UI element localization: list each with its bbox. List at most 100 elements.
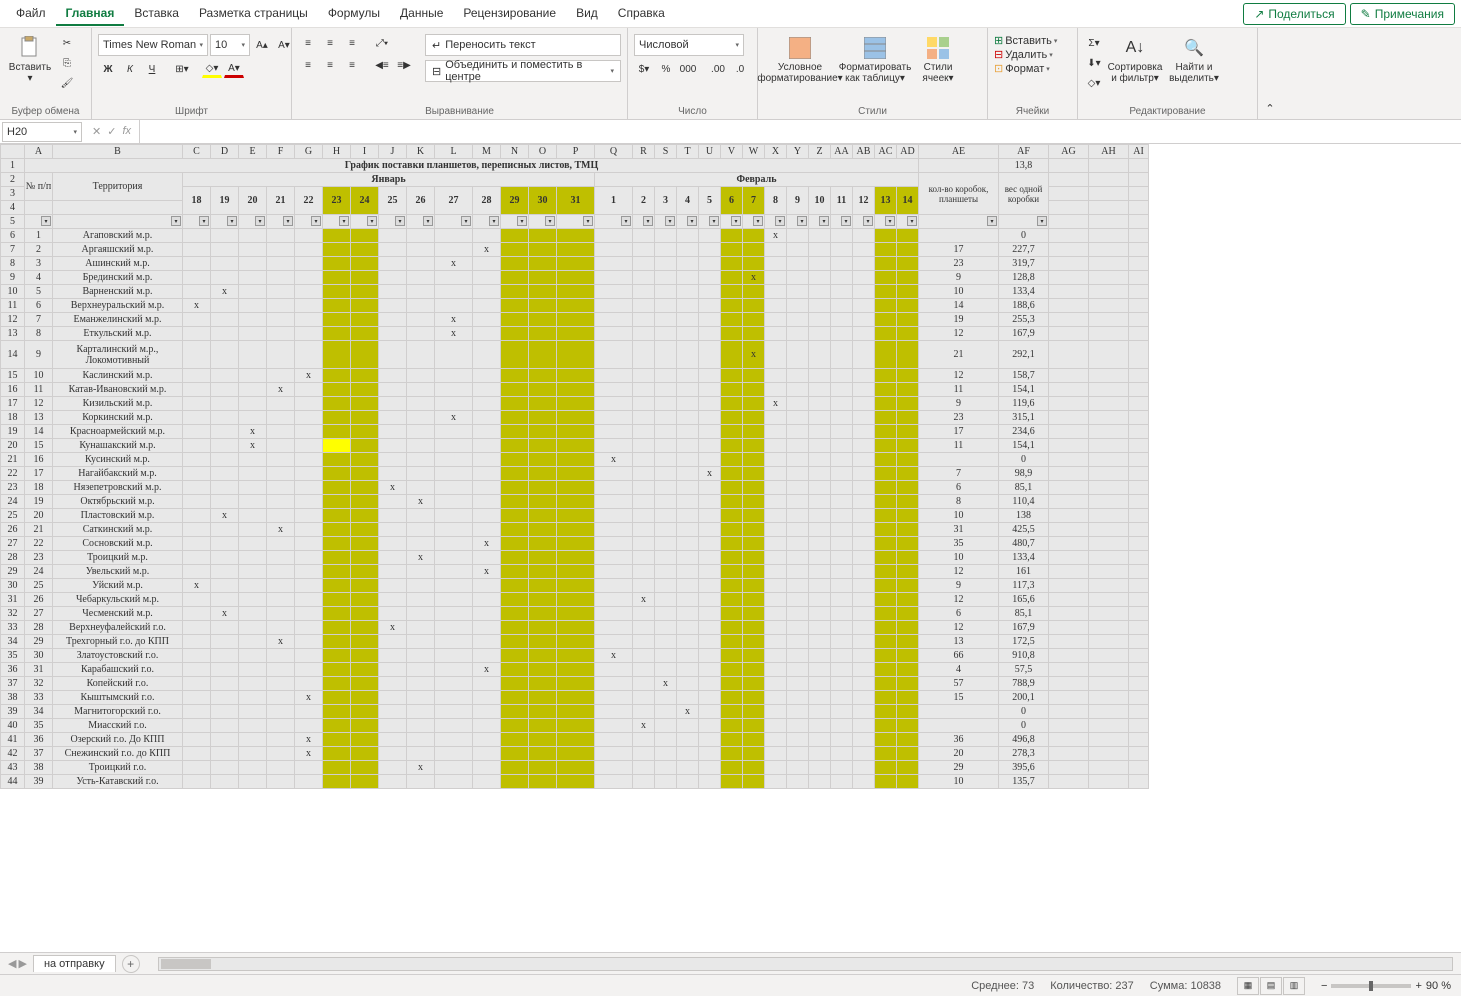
cell[interactable]	[595, 691, 633, 705]
cell[interactable]	[595, 635, 633, 649]
row-header[interactable]: 38	[1, 691, 25, 705]
cell[interactable]	[1089, 551, 1129, 565]
cell[interactable]	[501, 327, 529, 341]
cell[interactable]	[407, 383, 435, 397]
cell[interactable]: 172,5	[999, 635, 1049, 649]
cell[interactable]	[351, 551, 379, 565]
cell[interactable]	[677, 257, 699, 271]
cell[interactable]	[765, 411, 787, 425]
cell[interactable]: Еткульский м.р.	[53, 327, 183, 341]
cell[interactable]	[787, 579, 809, 593]
cell[interactable]: 36	[919, 733, 999, 747]
cell[interactable]	[853, 495, 875, 509]
cell[interactable]	[323, 495, 351, 509]
cell[interactable]	[721, 705, 743, 719]
cell[interactable]	[633, 341, 655, 369]
cell[interactable]: ▾	[809, 215, 831, 229]
wrap-text-button[interactable]: ↵Переносить текст	[425, 34, 621, 56]
cell[interactable]: 12	[919, 593, 999, 607]
cell[interactable]	[435, 691, 473, 705]
cell[interactable]	[239, 607, 267, 621]
number-format-select[interactable]: Числовой▾	[634, 34, 744, 56]
cell[interactable]	[379, 453, 407, 467]
cell[interactable]	[267, 551, 295, 565]
tab-nav-prev[interactable]: ◀	[8, 957, 16, 970]
cell[interactable]	[633, 257, 655, 271]
cell[interactable]	[721, 453, 743, 467]
cell[interactable]	[897, 663, 919, 677]
cell[interactable]: 57	[919, 677, 999, 691]
cell[interactable]: № п/п	[25, 173, 53, 201]
cell[interactable]	[1089, 243, 1129, 257]
cell[interactable]	[853, 467, 875, 481]
cell[interactable]	[239, 523, 267, 537]
cell[interactable]	[655, 257, 677, 271]
cell[interactable]	[699, 565, 721, 579]
cell[interactable]	[1049, 201, 1089, 215]
cell[interactable]	[1089, 607, 1129, 621]
orientation-button[interactable]: ⤢▾	[372, 34, 392, 52]
cell[interactable]	[211, 411, 239, 425]
cell[interactable]	[1049, 635, 1089, 649]
cell[interactable]	[351, 467, 379, 481]
cell[interactable]: x	[239, 425, 267, 439]
cell[interactable]	[699, 551, 721, 565]
cell[interactable]	[721, 411, 743, 425]
cell[interactable]	[1129, 775, 1149, 789]
cell[interactable]: x	[407, 551, 435, 565]
cell[interactable]	[183, 663, 211, 677]
cell[interactable]	[897, 691, 919, 705]
cell[interactable]	[897, 481, 919, 495]
cell[interactable]	[501, 705, 529, 719]
cell[interactable]	[721, 537, 743, 551]
cell[interactable]	[1129, 761, 1149, 775]
cell[interactable]	[875, 495, 897, 509]
cell[interactable]	[595, 313, 633, 327]
cell[interactable]	[211, 467, 239, 481]
cell[interactable]: x	[473, 537, 501, 551]
cell[interactable]	[557, 565, 595, 579]
cell[interactable]	[351, 593, 379, 607]
cell[interactable]: 7	[919, 467, 999, 481]
cell[interactable]	[765, 481, 787, 495]
cell[interactable]	[183, 285, 211, 299]
cell[interactable]	[501, 607, 529, 621]
cell[interactable]	[743, 719, 765, 733]
cell[interactable]: ▾	[897, 215, 919, 229]
cell[interactable]	[351, 411, 379, 425]
row-header[interactable]: 37	[1, 677, 25, 691]
cell[interactable]	[595, 495, 633, 509]
col-header[interactable]: N	[501, 145, 529, 159]
cell[interactable]	[787, 523, 809, 537]
cell[interactable]	[295, 663, 323, 677]
cell[interactable]	[267, 243, 295, 257]
cell[interactable]	[407, 579, 435, 593]
cell[interactable]	[501, 551, 529, 565]
cell[interactable]	[743, 285, 765, 299]
cell[interactable]: ▾	[633, 215, 655, 229]
cell[interactable]	[743, 509, 765, 523]
cell[interactable]	[557, 257, 595, 271]
cell[interactable]	[787, 565, 809, 579]
cell[interactable]	[699, 229, 721, 243]
align-middle-button[interactable]: ≡	[320, 34, 340, 52]
cell[interactable]: 17	[919, 243, 999, 257]
cell[interactable]	[435, 635, 473, 649]
cell[interactable]	[183, 341, 211, 369]
col-header[interactable]: AB	[853, 145, 875, 159]
cell[interactable]	[1049, 271, 1089, 285]
cell[interactable]	[633, 551, 655, 565]
cell[interactable]: 133,4	[999, 285, 1049, 299]
cell[interactable]	[501, 509, 529, 523]
cell[interactable]	[809, 607, 831, 621]
cell[interactable]	[295, 621, 323, 635]
cell[interactable]	[239, 229, 267, 243]
cell[interactable]	[897, 285, 919, 299]
cell[interactable]	[211, 635, 239, 649]
cell[interactable]	[295, 411, 323, 425]
cell[interactable]	[529, 761, 557, 775]
cell[interactable]	[633, 411, 655, 425]
cell[interactable]	[787, 411, 809, 425]
cell[interactable]	[809, 341, 831, 369]
cell[interactable]	[295, 635, 323, 649]
